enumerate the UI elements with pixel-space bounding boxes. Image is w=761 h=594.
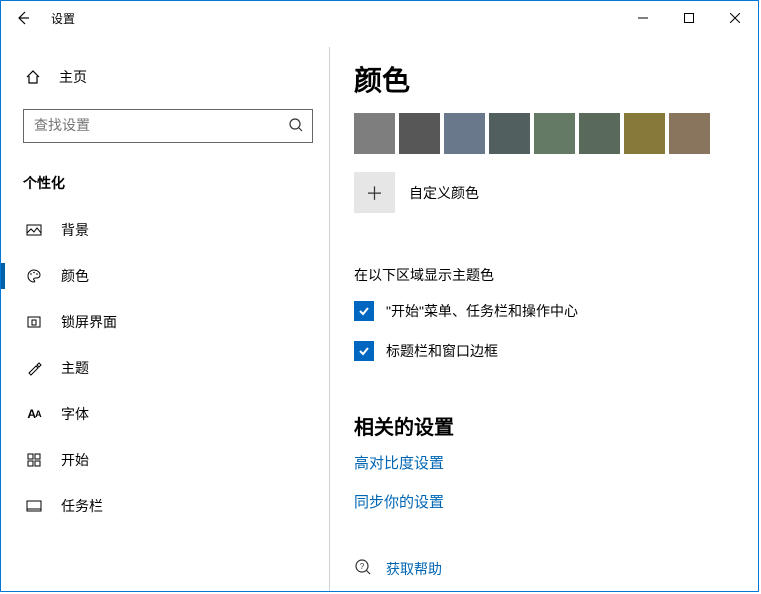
custom-color-row: ＋ 自定义颜色: [354, 172, 738, 213]
content-pane: 颜色 ＋ 自定义颜色 在以下区域显示主题色: [330, 35, 758, 591]
plus-icon: ＋: [366, 180, 384, 206]
accent-option-label: 标题栏和窗口边框: [386, 341, 498, 361]
lockscreen-icon: [25, 314, 43, 330]
custom-color-button[interactable]: ＋: [354, 172, 395, 213]
back-button[interactable]: [1, 1, 45, 35]
nav-item-label: 锁屏界面: [61, 312, 117, 332]
nav-item-start[interactable]: 开始: [1, 437, 329, 483]
color-swatch[interactable]: [579, 113, 620, 154]
search-container: [23, 109, 313, 143]
nav-item-label: 开始: [61, 450, 89, 470]
palette-icon: [25, 268, 43, 284]
close-button[interactable]: [712, 1, 758, 35]
home-button[interactable]: 主页: [1, 57, 329, 97]
home-label: 主页: [59, 67, 87, 87]
color-swatch[interactable]: [624, 113, 665, 154]
get-help-row[interactable]: ? 获取帮助: [354, 558, 738, 579]
nav-item-label: 背景: [61, 220, 89, 240]
nav-list: 背景 颜色 锁屏界面 主题 AA: [1, 207, 329, 529]
accent-option-start[interactable]: "开始"菜单、任务栏和操作中心: [354, 301, 738, 321]
color-swatch[interactable]: [489, 113, 530, 154]
checkbox-checked[interactable]: [354, 341, 374, 361]
help-icon: ?: [354, 558, 372, 579]
svg-text:?: ?: [360, 562, 365, 571]
search-box[interactable]: [23, 109, 313, 143]
checkmark-icon: [357, 304, 371, 318]
picture-icon: [25, 222, 43, 238]
theme-icon: [25, 360, 43, 376]
page-title: 颜色: [354, 59, 738, 99]
color-swatch[interactable]: [669, 113, 710, 154]
nav-item-lockscreen[interactable]: 锁屏界面: [1, 299, 329, 345]
get-help-label: 获取帮助: [386, 559, 442, 579]
nav-item-label: 任务栏: [61, 496, 103, 516]
back-arrow-icon: [15, 10, 31, 26]
home-icon: [25, 69, 41, 85]
checkbox-checked[interactable]: [354, 301, 374, 321]
show-accent-header: 在以下区域显示主题色: [354, 265, 738, 285]
nav-item-fonts[interactable]: AA 字体: [1, 391, 329, 437]
checkmark-icon: [357, 344, 371, 358]
search-icon: [288, 117, 304, 136]
color-swatch[interactable]: [399, 113, 440, 154]
nav-item-label: 主题: [61, 358, 89, 378]
titlebar: 设置: [1, 1, 758, 35]
section-header: 个性化: [23, 173, 329, 193]
accent-option-label: "开始"菜单、任务栏和操作中心: [386, 301, 578, 321]
minimize-button[interactable]: [620, 1, 666, 35]
color-swatch[interactable]: [354, 113, 395, 154]
nav-item-background[interactable]: 背景: [1, 207, 329, 253]
taskbar-icon: [25, 498, 43, 514]
link-sync-settings[interactable]: 同步你的设置: [354, 491, 738, 512]
sidebar: 主页 个性化 背景: [1, 35, 329, 591]
settings-window: 设置 主页: [0, 0, 759, 592]
nav-item-colors[interactable]: 颜色: [1, 253, 329, 299]
custom-color-label: 自定义颜色: [409, 183, 479, 203]
window-title: 设置: [45, 10, 75, 27]
nav-item-taskbar[interactable]: 任务栏: [1, 483, 329, 529]
content-scroll[interactable]: 颜色 ＋ 自定义颜色 在以下区域显示主题色: [330, 35, 756, 591]
nav-item-label: 字体: [61, 404, 89, 424]
start-icon: [25, 452, 43, 468]
font-icon: AA: [25, 407, 43, 421]
color-swatch[interactable]: [444, 113, 485, 154]
link-high-contrast[interactable]: 高对比度设置: [354, 452, 738, 473]
window-controls: [620, 1, 758, 35]
nav-item-themes[interactable]: 主题: [1, 345, 329, 391]
search-input[interactable]: [24, 110, 294, 140]
related-settings-header: 相关的设置: [354, 411, 738, 440]
color-swatch[interactable]: [534, 113, 575, 154]
nav-item-label: 颜色: [61, 266, 89, 286]
color-swatch-row: [354, 113, 738, 154]
accent-option-titlebar[interactable]: 标题栏和窗口边框: [354, 341, 738, 361]
maximize-button[interactable]: [666, 1, 712, 35]
